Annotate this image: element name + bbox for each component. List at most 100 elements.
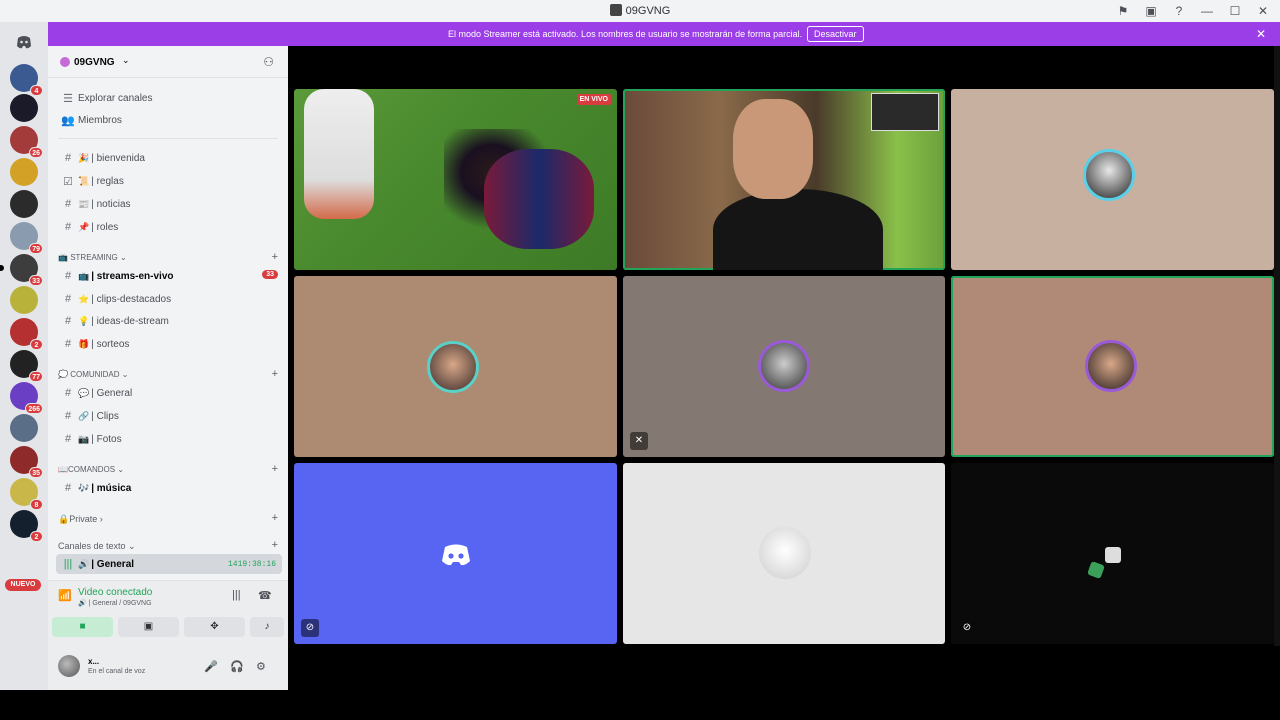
channel-roles[interactable]: # 📌 | roles	[56, 217, 282, 237]
add-channel-icon[interactable]: +	[272, 463, 278, 475]
inbox-flag-icon[interactable]: ⚑	[1112, 3, 1134, 19]
server-avatar[interactable]: 33	[0, 254, 43, 286]
participant-tile[interactable]: ⊘	[951, 463, 1274, 644]
rules-icon: ☑	[63, 175, 73, 188]
soundboard-button[interactable]: ♪	[250, 617, 284, 637]
participant-tile[interactable]	[623, 463, 945, 644]
channel-sorteos[interactable]: # 🎁 | sorteos	[56, 334, 282, 354]
camera-tile[interactable]	[623, 89, 945, 270]
app-icon	[1105, 547, 1121, 563]
avatar[interactable]	[58, 655, 80, 677]
explore-channels[interactable]: ☰ Explorar canales	[56, 88, 282, 108]
stream-tile[interactable]: EN VIVO	[294, 89, 617, 270]
add-channel-icon[interactable]: +	[272, 368, 278, 380]
voice-panel: 📶 Video conectado 🔊 | General / 09GVNG |…	[48, 580, 288, 690]
participant-tile[interactable]	[294, 276, 617, 457]
deactivate-button[interactable]: Desactivar	[807, 26, 864, 42]
discord-home-icon	[17, 36, 31, 49]
unread-badge: 33	[262, 270, 278, 279]
call-timer: 1419:38:16	[227, 560, 276, 569]
participant-tile[interactable]	[951, 276, 1274, 457]
server-avatar[interactable]	[10, 414, 38, 442]
microphone-icon[interactable]: 🎤	[204, 660, 218, 673]
channel-streams-en-vivo[interactable]: # 📺 | streams-en-vivo 33	[56, 266, 282, 286]
server-icon	[609, 4, 622, 16]
server-header[interactable]: 09GVNG ⌄ ⚇	[48, 46, 288, 78]
scrollbar[interactable]	[1274, 46, 1280, 646]
participant-tile[interactable]: ✕	[623, 276, 945, 457]
close-window-icon[interactable]: ✕	[1252, 3, 1274, 19]
book-icon: 📖	[58, 465, 68, 474]
app-icon	[1087, 561, 1105, 579]
server-avatar[interactable]: 4	[10, 64, 43, 96]
channel-clips[interactable]: # 🔗 | Clips	[56, 406, 282, 426]
add-user-icon[interactable]: ⚇	[263, 55, 274, 69]
server-avatar[interactable]: 2	[10, 510, 43, 542]
voice-activity-icon: |||	[63, 558, 73, 570]
category-text-channels[interactable]: Canales de texto ⌄ +	[58, 539, 278, 552]
hash-icon: #	[64, 293, 72, 305]
camera-off-icon: ⊘	[962, 622, 972, 633]
participant-tile[interactable]	[951, 89, 1274, 270]
voice-location[interactable]: 🔊 | General / 09GVNG	[78, 599, 152, 607]
members-link[interactable]: 👥 Miembros	[56, 110, 282, 130]
server-avatar[interactable]: 79	[10, 222, 43, 254]
add-channel-icon[interactable]: +	[272, 512, 278, 524]
category-streaming[interactable]: 📺 STREAMING ⌄ +	[58, 251, 278, 263]
category-comunidad[interactable]: 💭 COMUNIDAD ⌄ +	[58, 368, 278, 380]
help-icon[interactable]: ?	[1168, 3, 1190, 19]
user-status: En el canal de voz	[88, 668, 146, 675]
maximize-icon[interactable]: ☐	[1224, 3, 1246, 19]
title-bar: 09GVNG ⚑ ▣ ? — ☐ ✕	[0, 0, 1280, 22]
close-icon[interactable]: ✕	[1256, 27, 1266, 41]
members-icon: 👥	[61, 114, 75, 127]
category-comandos[interactable]: 📖COMANDOS ⌄ +	[58, 463, 278, 475]
server-avatar[interactable]: 8	[10, 478, 43, 510]
noise-suppression-icon[interactable]: |||	[232, 589, 241, 601]
server-avatar[interactable]	[10, 94, 38, 122]
channel-noticias[interactable]: # 📰 | noticias	[56, 194, 282, 214]
server-avatar[interactable]: 2	[10, 318, 43, 350]
channel-musica[interactable]: # 🎶 | música	[56, 478, 282, 498]
screen-share-button[interactable]: ▣	[118, 617, 179, 637]
channel-clips-destacados[interactable]: # ⭐ | clips-destacados	[56, 289, 282, 309]
server-avatar[interactable]: 77	[10, 350, 43, 382]
settings-icon[interactable]: ⚙	[256, 660, 266, 673]
voice-channel-general[interactable]: ||| 🔊 | General 1419:38:16	[56, 554, 282, 574]
live-badge: EN VIVO	[576, 94, 611, 105]
voice-status[interactable]: Video conectado	[78, 587, 152, 598]
connection-icon[interactable]: 📶	[58, 589, 74, 605]
channel-general[interactable]: # 💬 | General	[56, 383, 282, 403]
avatar	[1083, 149, 1135, 201]
username[interactable]: x...	[88, 657, 99, 666]
server-avatar[interactable]	[10, 190, 38, 218]
hash-icon: #	[64, 315, 72, 327]
server-avatar[interactable]: 266	[10, 382, 43, 414]
channel-fotos[interactable]: # 📷 | Fotos	[56, 429, 282, 449]
channel-bienvenida[interactable]: # 🎉 | bienvenida	[56, 148, 282, 168]
camera-button[interactable]: ■	[52, 617, 113, 637]
server-avatar[interactable]: 35	[10, 446, 43, 478]
server-avatar[interactable]: 26	[10, 126, 43, 158]
home-button[interactable]	[10, 28, 38, 56]
avatar	[1085, 340, 1137, 392]
channel-ideas-de-stream[interactable]: # 💡 | ideas-de-stream	[56, 311, 282, 331]
minimize-icon[interactable]: —	[1196, 3, 1218, 19]
camera-off-icon: ⊘	[301, 619, 319, 637]
lock-icon: 🔒	[58, 514, 70, 524]
category-private[interactable]: 🔒Private › +	[58, 512, 278, 525]
hash-icon: #	[64, 198, 72, 210]
channel-reglas[interactable]: ☑ 📜 | reglas	[56, 171, 282, 191]
disconnect-icon[interactable]: ☎	[258, 589, 272, 602]
record-icon[interactable]: ▣	[1140, 3, 1162, 19]
discord-logo-icon	[442, 544, 470, 566]
server-avatar[interactable]	[10, 286, 38, 314]
server-avatar[interactable]	[10, 158, 38, 186]
activities-button[interactable]: ✥	[184, 617, 245, 637]
participant-tile[interactable]: ⊘	[294, 463, 617, 644]
add-channel-icon[interactable]: +	[272, 251, 278, 263]
add-channel-icon[interactable]: +	[272, 539, 278, 551]
headphones-icon[interactable]: 🎧	[230, 660, 244, 673]
hash-icon: #	[64, 433, 72, 445]
channel-sidebar: 09GVNG ⌄ ⚇ ☰ Explorar canales 👥 Miembros # 🎉…	[48, 46, 288, 690]
